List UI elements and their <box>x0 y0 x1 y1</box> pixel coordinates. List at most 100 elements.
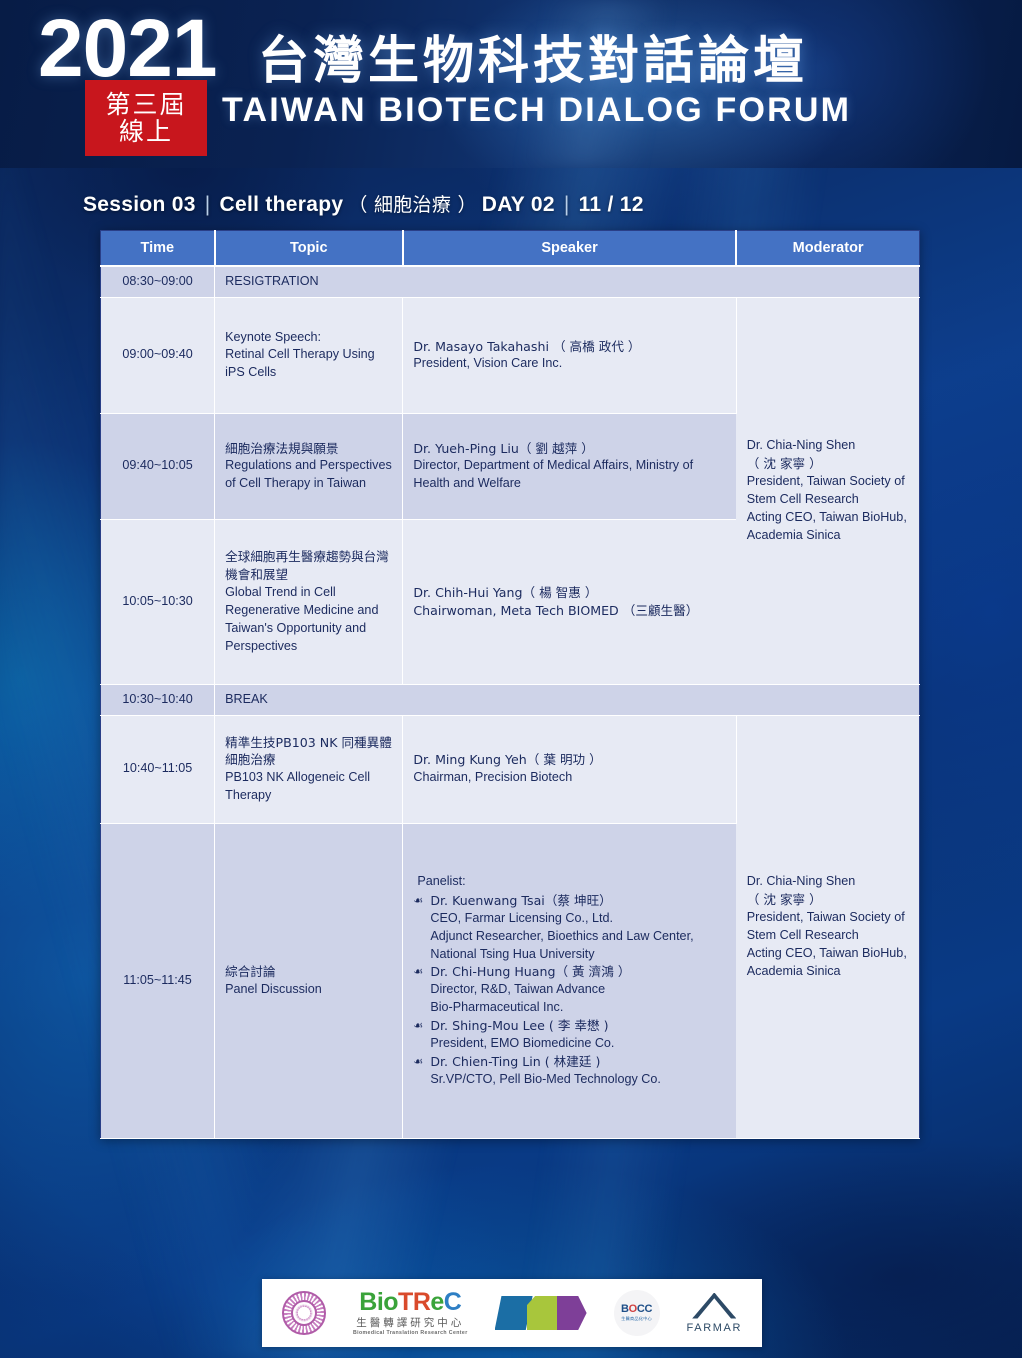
sponsor-logo-bar: BioTReC 生醫轉譯研究中心 Biomedical Translation … <box>262 1279 762 1347</box>
cell-topic: RESIGTRATION <box>214 266 920 298</box>
panelist-entry: Dr. Kuenwang Tsai（蔡 坤旺） CEO, Farmar Lice… <box>430 892 726 964</box>
floral-bullet-icon: ☙ <box>413 893 424 907</box>
cell-speaker: Panelist: ☙ Dr. Kuenwang Tsai（蔡 坤旺） CEO,… <box>402 823 737 1139</box>
banner-title-chinese: 台灣生物科技對話論壇 <box>258 32 809 91</box>
biotrec-word-2: TR <box>398 1288 431 1317</box>
topic-english: Regulations and Perspectives of Cell The… <box>225 458 392 491</box>
cell-speaker: Dr. Yueh-Ping Liu（ 劉 越萍 ） Director, Depa… <box>402 413 737 520</box>
cell-speaker: Dr. Chih-Hui Yang（ 楊 智惠 ） Chairwoman, Me… <box>402 519 737 685</box>
moderator-line-1: President, Taiwan Society of <box>746 909 905 924</box>
speaker-title: Director, Department of Medical Affairs,… <box>413 458 694 491</box>
panelist-name: Dr. Shing-Mou Lee ( 李 幸懋 ) <box>430 1018 609 1033</box>
cell-topic: 綜合討論 Panel Discussion <box>214 823 404 1139</box>
cell-moderator: Dr. Chia-Ning Shen （ 沈 家寧 ） President, T… <box>736 297 920 685</box>
biotrec-english-name: Biomedical Translation Research Center <box>352 1329 468 1336</box>
cell-time: 08:30~09:00 <box>100 266 216 298</box>
table-row: 10:40~11:05 精準生技PB103 NK 同種異體細胞治療 PB103 … <box>100 715 920 1139</box>
biotrec-word-3: e <box>430 1288 444 1317</box>
list-item: ☙ Dr. Chien-Ting Lin ( 林建廷 ) Sr.VP/CTO, … <box>413 1053 726 1089</box>
panelist-entry: Dr. Shing-Mou Lee ( 李 幸懋 ) President, EM… <box>430 1017 726 1053</box>
cell-time: 10:30~10:40 <box>100 684 216 716</box>
bocc-mark: BOCC 生醫商品化中心 <box>613 1290 660 1336</box>
cell-speaker: Dr. Ming Kung Yeh（ 葉 明功 ） Chairman, Prec… <box>402 715 737 824</box>
table-row: 09:00~09:40 Keynote Speech: Retinal Cell… <box>100 297 920 685</box>
session-date: 11 / 12 <box>578 193 644 216</box>
cell-time: 09:40~10:05 <box>100 413 216 520</box>
panelist-entry: Dr. Chien-Ting Lin ( 林建廷 ) Sr.VP/CTO, Pe… <box>430 1053 726 1089</box>
cell-time: 11:05~11:45 <box>100 823 216 1139</box>
column-header-time: Time <box>100 230 216 267</box>
biotrec-word-4: C <box>443 1288 462 1317</box>
logo-biotrec: BioTReC 生醫轉譯研究中心 Biomedical Translation … <box>353 1290 468 1336</box>
biotrec-lockup: BioTReC 生醫轉譯研究中心 Biomedical Translation … <box>353 1290 468 1336</box>
dcb-mark <box>494 1293 587 1333</box>
banner-edition-badge: 第三屆 線上 <box>85 80 207 156</box>
table-header-row: Time Topic Speaker Moderator <box>100 230 920 267</box>
cell-moderator: Dr. Chia-Ning Shen （ 沈 家寧 ） President, T… <box>736 715 920 1139</box>
floral-bullet-icon: ☙ <box>413 1019 424 1032</box>
list-item: ☙ Dr. Shing-Mou Lee ( 李 幸懋 ) President, … <box>413 1017 726 1053</box>
cell-topic: 精準生技PB103 NK 同種異體細胞治療 PB103 NK Allogenei… <box>214 715 404 824</box>
bocc-letter-o: O <box>628 1303 638 1316</box>
cell-speaker: Dr. Masayo Takahashi （ 高橋 政代 ） President… <box>402 297 737 414</box>
panelist-name: Dr. Chi-Hung Huang（ 黃 濟鴻 ） <box>430 964 631 980</box>
moderator-line-2: Stem Cell Research <box>746 927 859 942</box>
panelist-label: Panelist: <box>417 874 466 888</box>
moderator-line-1: President, Taiwan Society of <box>746 474 905 488</box>
session-day: DAY 02 <box>481 193 555 216</box>
bocc-chinese-name: 生醫商品化中心 <box>621 1316 652 1322</box>
cell-time: 09:00~09:40 <box>100 297 216 414</box>
moderator-name-chinese: （ 沈 家寧 ） <box>746 892 822 907</box>
list-item: ☙ Dr. Kuenwang Tsai（蔡 坤旺） CEO, Farmar Li… <box>413 892 726 964</box>
panelist-name: Dr. Chien-Ting Lin ( 林建廷 ) <box>430 1053 601 1069</box>
logo-nhri <box>282 1291 326 1335</box>
biotrec-chinese-name: 生醫轉譯研究中心 <box>356 1317 465 1330</box>
seal-icon <box>282 1291 326 1335</box>
session-topic-chinese: （ 細胞治療 ） <box>348 194 477 216</box>
cell-topic: BREAK <box>214 684 920 716</box>
session-separator-2: | <box>563 193 570 216</box>
speaker-title: President, Vision Care Inc. <box>413 356 563 371</box>
dcb-shape-b <box>556 1296 587 1330</box>
session-topic: Cell therapy <box>219 193 344 216</box>
column-header-moderator: Moderator <box>736 230 920 267</box>
panelist-affiliation-line: CEO, Farmar Licensing Co., Ltd. <box>430 910 614 925</box>
cell-topic: 全球細胞再生醫療趨勢與台灣機會和展望 Global Trend in Cell … <box>214 519 404 685</box>
moderator-line-2: Stem Cell Research <box>746 491 859 506</box>
moderator-name: Dr. Chia-Ning Shen <box>746 438 856 453</box>
banner-year: 2021 <box>38 3 217 94</box>
column-header-speaker: Speaker <box>402 230 738 267</box>
bocc-letter-b: B <box>620 1303 629 1316</box>
topic-english: PB103 NK Allogeneic Cell Therapy <box>225 770 371 803</box>
header-banner: 2021 第三屆 線上 台灣生物科技對話論壇 TAIWAN BIOTECH DI… <box>0 0 1022 168</box>
logo-bocc: BOCC 生醫商品化中心 <box>613 1290 660 1336</box>
badge-line-2: 線上 <box>118 117 173 146</box>
speaker-title: Chairman, Precision Biotech <box>413 770 573 785</box>
floral-bullet-icon: ☙ <box>413 1054 424 1068</box>
speaker-name: Dr. Yueh-Ping Liu（ 劉 越萍 ） <box>413 440 594 456</box>
cell-time: 10:05~10:30 <box>100 519 216 685</box>
banner-title-english: TAIWAN BIOTECH DIALOG FORUM <box>222 91 852 129</box>
farmar-lockup: FARMAR <box>687 1292 742 1334</box>
table-row: 10:30~10:40 BREAK <box>100 684 920 716</box>
logo-dcb <box>494 1293 587 1333</box>
biotrec-word-1: Bio <box>359 1288 399 1317</box>
cell-time: 10:40~11:05 <box>100 715 216 824</box>
topic-chinese: 精準生技PB103 NK 同種異體細胞治療 <box>225 734 392 768</box>
panelist-affiliation-line: Director, R&D, Taiwan Advance <box>430 982 606 997</box>
topic-chinese: 綜合討論 <box>225 963 276 979</box>
logo-farmar: FARMAR <box>687 1292 742 1334</box>
moderator-line-3: Acting CEO, Taiwan BioHub, <box>746 945 907 960</box>
moderator-line-3: Acting CEO, Taiwan BioHub, <box>746 509 907 524</box>
session-header: Session 03 | Cell therapy （ 細胞治療 ） DAY 0… <box>83 190 644 217</box>
panelist-affiliation-line: National Tsing Hua University <box>430 946 595 961</box>
topic-english: Global Trend in Cell Regenerative Medici… <box>225 585 379 653</box>
bocc-letters-cc: CC <box>636 1303 653 1316</box>
topic-chinese: 細胞治療法規與願景 <box>225 440 339 456</box>
moderator-line-4: Academia Sinica <box>746 527 841 542</box>
topic-english: Keynote Speech: Retinal Cell Therapy Usi… <box>225 329 375 380</box>
column-header-topic: Topic <box>214 230 404 267</box>
biotrec-wordmark: BioTReC <box>353 1290 468 1315</box>
table-row: 08:30~09:00 RESIGTRATION <box>100 266 920 298</box>
panelist-affiliation-line: Bio-Pharmaceutical Inc. <box>430 1000 564 1015</box>
